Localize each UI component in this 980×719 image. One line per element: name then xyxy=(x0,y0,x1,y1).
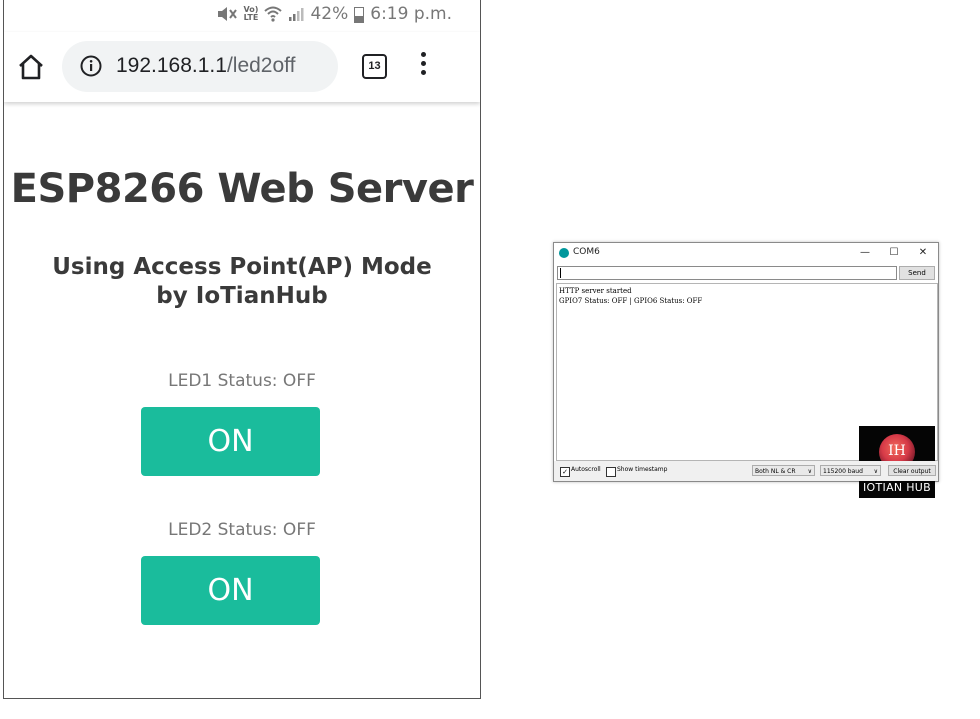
tab-switcher-button[interactable]: 13 xyxy=(362,54,387,79)
url-path: /led2off xyxy=(226,54,296,77)
battery-percent: 42% xyxy=(310,4,349,24)
info-icon[interactable] xyxy=(80,55,102,77)
battery-icon xyxy=(354,7,365,23)
autoscroll-label: Autoscroll xyxy=(571,466,601,473)
clear-output-button[interactable]: Clear output xyxy=(888,465,936,476)
mute-icon xyxy=(217,7,237,21)
output-line: HTTP server started xyxy=(559,287,632,295)
page-title: ESP8266 Web Server xyxy=(10,166,474,212)
status-bar: Vo) LTE 42% 6:19 p.m. xyxy=(4,0,480,32)
page-subtitle: Using Access Point(AP) Mode by IoTianHub xyxy=(52,254,432,309)
serial-output[interactable]: HTTP server started GPIO7 Status: OFF | … xyxy=(556,283,938,498)
wifi-icon xyxy=(264,6,283,22)
led2-status: LED2 Status: OFF xyxy=(168,520,316,540)
serial-monitor-window: COM6 — ☐ ✕ Send HTTP server started GPIO… xyxy=(553,242,939,498)
window-title: COM6 xyxy=(573,247,600,257)
browser-toolbar: 192.168.1.1/led2off 13 xyxy=(4,32,480,102)
show-timestamp-label: Show timestamp xyxy=(617,466,668,473)
line-ending-select[interactable]: Both NL & CR ∨ xyxy=(752,465,815,476)
home-icon[interactable] xyxy=(16,52,46,82)
url-host: 192.168.1.1 xyxy=(116,54,227,77)
arduino-icon xyxy=(559,248,569,258)
output-line: GPIO7 Status: OFF | GPIO6 Status: OFF xyxy=(559,297,703,305)
led1-status: LED1 Status: OFF xyxy=(168,371,316,391)
signal-icon xyxy=(289,8,304,21)
title-bar: COM6 — ☐ ✕ xyxy=(554,243,938,263)
led2-on-button[interactable]: ON xyxy=(141,556,320,625)
serial-input-field[interactable] xyxy=(557,266,897,280)
baud-rate-select[interactable]: 115200 baud ∨ xyxy=(820,465,881,476)
chevron-down-icon: ∨ xyxy=(873,468,878,475)
address-bar[interactable]: 192.168.1.1/led2off xyxy=(62,41,338,92)
url-text[interactable]: 192.168.1.1/led2off xyxy=(116,54,295,78)
maximize-icon[interactable]: ☐ xyxy=(885,245,903,261)
send-button[interactable]: Send xyxy=(899,266,935,280)
phone-browser-screenshot: Vo) LTE 42% 6:19 p.m. 192.168.1.1/led2of… xyxy=(3,0,481,699)
more-menu-icon[interactable] xyxy=(418,52,428,82)
autoscroll-checkbox[interactable]: ✓ xyxy=(560,467,570,477)
close-icon[interactable]: ✕ xyxy=(914,245,932,261)
volte-indicator: Vo) LTE xyxy=(243,5,259,22)
serial-options-bar: ✓ Autoscroll Show timestamp Both NL & CR… xyxy=(554,461,938,481)
minimize-icon[interactable]: — xyxy=(856,245,874,261)
show-timestamp-checkbox[interactable] xyxy=(606,467,616,477)
led1-on-button[interactable]: ON xyxy=(141,407,320,476)
clock: 6:19 p.m. xyxy=(370,4,452,24)
chevron-down-icon: ∨ xyxy=(807,468,812,475)
